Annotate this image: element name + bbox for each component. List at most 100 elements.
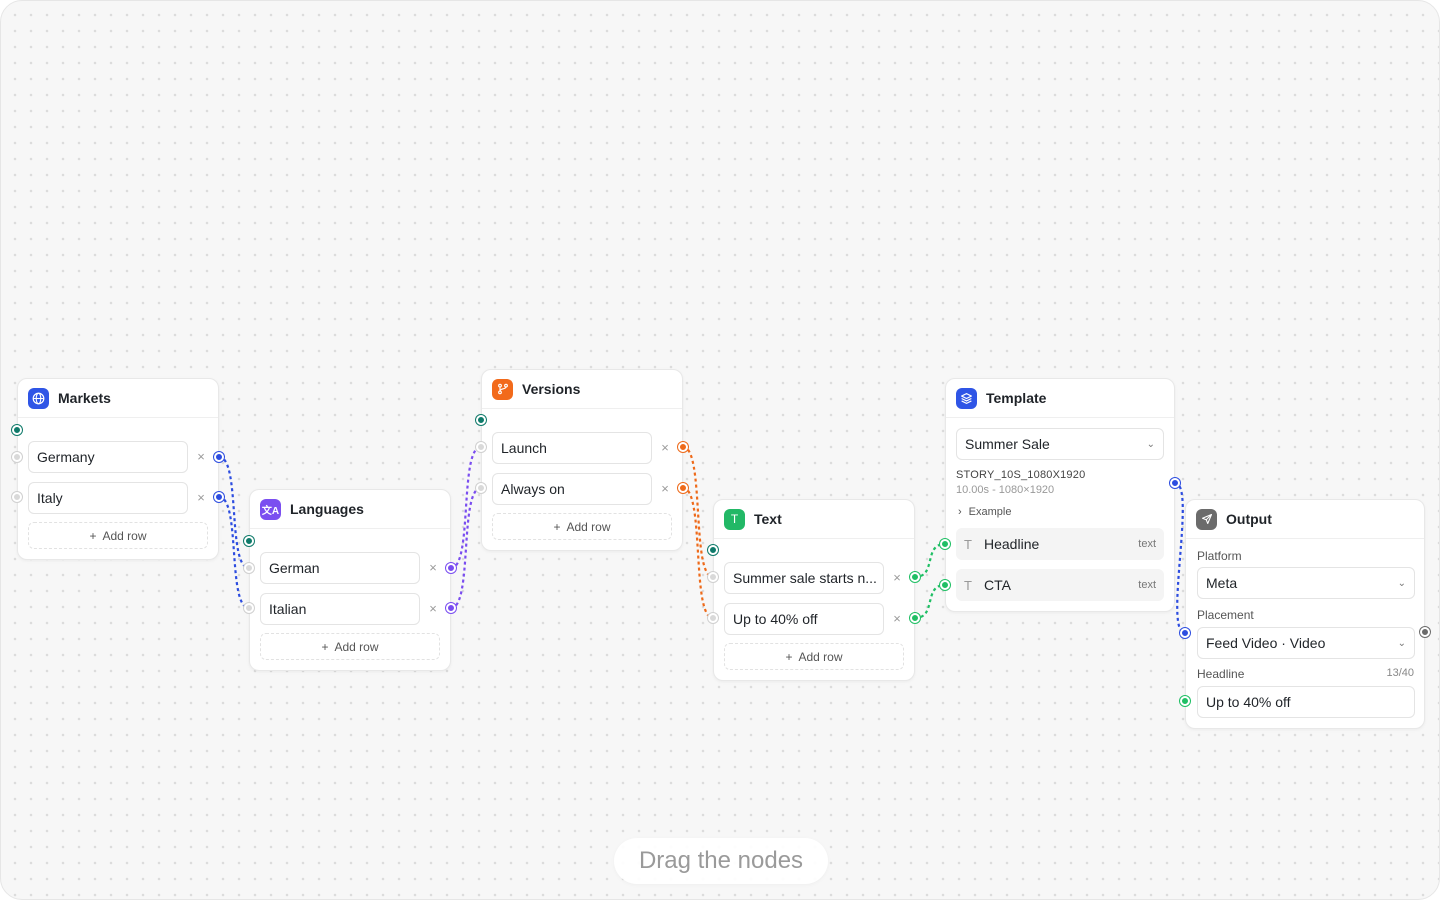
versions-input-port[interactable] xyxy=(476,415,486,425)
version-launch-in-port[interactable] xyxy=(476,442,486,452)
add-row-button[interactable]: + Add row xyxy=(492,513,672,540)
language-german-out-port[interactable] xyxy=(446,563,456,573)
text-upto-out-port[interactable] xyxy=(910,613,920,623)
market-italy-out-port[interactable] xyxy=(214,492,224,502)
version-always-on-in-port[interactable] xyxy=(476,483,486,493)
text-input-port[interactable] xyxy=(708,545,718,555)
version-always-on-out-port[interactable] xyxy=(678,483,688,493)
translate-icon: 文A xyxy=(260,498,281,520)
workflow-canvas[interactable]: Markets Germany × Italy × + Add row 文A La… xyxy=(0,0,1440,900)
output-placement-in-port[interactable] xyxy=(1180,628,1190,638)
example-toggle[interactable]: › Example xyxy=(958,506,1011,518)
add-row-label: Add row xyxy=(798,649,843,664)
output-headline-in-port[interactable] xyxy=(1180,696,1190,706)
chevron-down-icon: ⌄ xyxy=(1397,637,1406,649)
template-cta-in-port[interactable] xyxy=(940,580,950,590)
versions-title: Versions xyxy=(522,381,581,397)
chevron-down-icon: ⌄ xyxy=(1397,577,1406,589)
remove-row-icon[interactable]: × xyxy=(891,612,903,625)
output-node-header[interactable]: Output xyxy=(1186,500,1424,539)
template-select-value: Summer Sale xyxy=(965,436,1050,452)
text-row-summer-sale[interactable]: Summer sale starts n... xyxy=(724,562,884,594)
branch-icon xyxy=(492,378,513,400)
template-select[interactable]: Summer Sale ⌄ xyxy=(956,428,1164,460)
language-italian-out-port[interactable] xyxy=(446,603,456,613)
text-row-up-to[interactable]: Up to 40% off xyxy=(724,603,884,635)
plus-icon: + xyxy=(553,519,561,534)
text-node[interactable]: T Text Summer sale starts n... × Up to 4… xyxy=(713,499,915,681)
template-node-header[interactable]: Template xyxy=(946,379,1174,418)
template-format-name: STORY_10S_1080X1920 xyxy=(956,469,1086,481)
remove-row-icon[interactable]: × xyxy=(891,571,903,584)
headline-label: Headline xyxy=(1197,667,1245,681)
variable-name: Headline xyxy=(984,536,1040,552)
wire-germany-german xyxy=(218,455,250,570)
wire-italy-italian xyxy=(218,495,250,610)
wire-german-launch xyxy=(450,445,482,570)
template-node[interactable]: Template Summer Sale ⌄ STORY_10S_1080X19… xyxy=(945,378,1175,612)
version-row-launch[interactable]: Launch xyxy=(492,432,652,464)
platform-select[interactable]: Meta ⌄ xyxy=(1197,567,1415,599)
add-row-button[interactable]: + Add row xyxy=(28,522,208,549)
text-type-icon: T xyxy=(964,577,972,593)
variable-type: text xyxy=(1138,579,1156,591)
add-row-label: Add row xyxy=(566,519,611,534)
add-row-button[interactable]: + Add row xyxy=(724,643,904,670)
text-node-header[interactable]: T Text xyxy=(714,500,914,539)
variable-type: text xyxy=(1138,538,1156,550)
language-row-german[interactable]: German xyxy=(260,552,420,584)
template-headline-in-port[interactable] xyxy=(940,539,950,549)
wire-summer-headline xyxy=(914,542,946,579)
add-row-label: Add row xyxy=(334,639,379,654)
chevron-right-icon: › xyxy=(958,506,962,518)
languages-input-port[interactable] xyxy=(244,536,254,546)
add-row-label: Add row xyxy=(102,528,147,543)
remove-row-icon[interactable]: × xyxy=(195,491,207,504)
template-variable-cta[interactable]: T CTA text xyxy=(956,569,1164,601)
text-title: Text xyxy=(754,511,782,527)
language-german-in-port[interactable] xyxy=(244,563,254,573)
variable-name: CTA xyxy=(984,577,1011,593)
text-summer-in-port[interactable] xyxy=(708,572,718,582)
remove-row-icon[interactable]: × xyxy=(195,450,207,463)
output-title: Output xyxy=(1226,511,1272,527)
plus-icon: + xyxy=(785,649,793,664)
language-italian-in-port[interactable] xyxy=(244,603,254,613)
markets-node[interactable]: Markets Germany × Italy × + Add row xyxy=(17,378,219,560)
text-icon: T xyxy=(724,508,745,530)
plus-icon: + xyxy=(89,528,97,543)
remove-row-icon[interactable]: × xyxy=(427,561,439,574)
versions-node[interactable]: Versions Launch × Always on × + Add row xyxy=(481,369,683,551)
languages-node[interactable]: 文A Languages German × Italian × + Add row xyxy=(249,489,451,671)
text-summer-out-port[interactable] xyxy=(910,572,920,582)
version-row-always-on[interactable]: Always on xyxy=(492,473,652,505)
template-format-meta: 10.00s - 1080×1920 xyxy=(956,484,1055,496)
markets-node-header[interactable]: Markets xyxy=(18,379,218,418)
market-germany-out-port[interactable] xyxy=(214,452,224,462)
version-launch-out-port[interactable] xyxy=(678,442,688,452)
template-variable-headline[interactable]: T Headline text xyxy=(956,528,1164,560)
chevron-down-icon: ⌄ xyxy=(1146,438,1155,450)
placement-select[interactable]: Feed Video · Video ⌄ xyxy=(1197,627,1415,659)
output-node[interactable]: Output Platform Meta ⌄ Placement Feed Vi… xyxy=(1185,499,1425,729)
remove-row-icon[interactable]: × xyxy=(427,602,439,615)
remove-row-icon[interactable]: × xyxy=(659,482,671,495)
text-upto-in-port[interactable] xyxy=(708,613,718,623)
market-italy-in-port[interactable] xyxy=(12,492,22,502)
add-row-button[interactable]: + Add row xyxy=(260,633,440,660)
output-out-port[interactable] xyxy=(1420,627,1430,637)
remove-row-icon[interactable]: × xyxy=(659,441,671,454)
market-row-germany[interactable]: Germany xyxy=(28,441,188,473)
layers-icon xyxy=(956,387,977,409)
language-row-italian[interactable]: Italian xyxy=(260,593,420,625)
template-output-port[interactable] xyxy=(1170,478,1180,488)
languages-node-header[interactable]: 文A Languages xyxy=(250,490,450,529)
versions-node-header[interactable]: Versions xyxy=(482,370,682,409)
send-icon xyxy=(1196,508,1217,530)
market-germany-in-port[interactable] xyxy=(12,452,22,462)
market-row-italy[interactable]: Italy xyxy=(28,482,188,514)
wire-upto-cta xyxy=(914,583,946,620)
placement-label: Placement xyxy=(1197,608,1254,622)
markets-input-port[interactable] xyxy=(12,425,22,435)
headline-input[interactable]: Up to 40% off xyxy=(1197,686,1415,718)
